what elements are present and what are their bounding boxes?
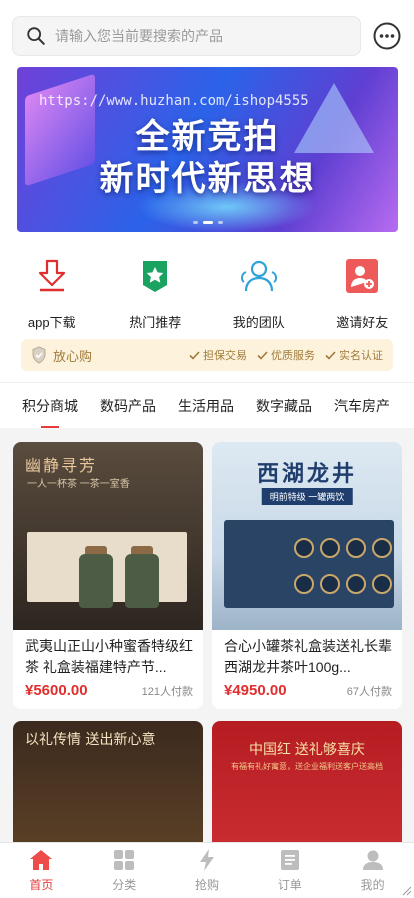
quick-link-label: 邀请好友 — [336, 315, 389, 330]
guarantee-tag-label: 实名认证 — [339, 350, 383, 362]
user-icon — [362, 850, 383, 870]
quick-link-hot-recommend[interactable]: 热门推荐 — [110, 254, 200, 331]
tabbar-label: 订单 — [277, 878, 302, 892]
category-tabs: 积分商城 数码产品 生活用品 数字藏品 汽车房产 — [0, 382, 414, 428]
tab-daily-goods[interactable]: 生活用品 — [178, 396, 234, 416]
product-price: ¥5600.00 — [25, 682, 88, 699]
guarantee-title: 放心购 — [53, 348, 93, 364]
product-card[interactable]: 西湖龙井 明前特级 一罐两饮 合心小罐茶礼盒装送礼长辈西湖龙井茶叶100g...… — [212, 442, 402, 709]
product-image-title: 幽静寻芳 — [25, 456, 98, 475]
team-icon — [240, 260, 277, 292]
product-card[interactable]: 幽静寻芳 一人一杯茶 一茶一室香 武夷山正山小种蜜香特级红茶 礼盒装福建特产节.… — [13, 442, 203, 709]
invite-icon — [346, 259, 379, 293]
product-image-title: 西湖龙井 — [256, 461, 357, 487]
check-icon — [257, 350, 268, 360]
tab-cars-property[interactable]: 汽车房产 — [334, 396, 390, 416]
check-icon — [325, 350, 336, 360]
guarantee-tag-label: 担保交易 — [203, 350, 247, 362]
guarantee-tag: 优质服务 — [257, 347, 315, 363]
product-image-subtitle: 明前特级 一罐两饮 — [261, 488, 353, 505]
search-input[interactable] — [55, 28, 345, 44]
banner-title-line2: 新时代新思想 — [99, 159, 316, 199]
category-icon — [114, 850, 135, 870]
guarantee-tag: 担保交易 — [189, 347, 247, 363]
quick-link-my-team[interactable]: 我的团队 — [214, 254, 304, 331]
banner-pagination — [192, 221, 223, 224]
tabbar-category[interactable]: 分类 — [83, 843, 166, 898]
product-image-subtitle: 一人一杯茶 一茶一室香 — [27, 479, 130, 490]
banner-dot[interactable] — [192, 221, 198, 224]
tabbar-label: 我的 — [360, 878, 385, 892]
product-buyers: 67人付款 — [346, 686, 392, 698]
tabbar-home[interactable]: 首页 — [0, 843, 83, 898]
banner-dot-active[interactable] — [202, 221, 213, 224]
tab-digital-products[interactable]: 数码产品 — [100, 396, 156, 416]
product-name: 武夷山正山小种蜜香特级红茶 礼盒装福建特产节... — [25, 638, 193, 675]
tabbar-label: 抢购 — [194, 878, 219, 892]
tabbar-orders[interactable]: 订单 — [248, 843, 331, 898]
search-bar[interactable] — [12, 16, 361, 56]
tabbar-label: 分类 — [112, 878, 137, 892]
product-image-title: 中国红 送礼够喜庆 — [249, 741, 365, 757]
home-icon — [30, 850, 53, 870]
quick-link-label: 热门推荐 — [129, 315, 182, 330]
header-area: https://www.huzhan.com/ishop4555 全新竞拍 新时… — [0, 0, 414, 232]
guarantee-tags: 担保交易 优质服务 实名认证 — [189, 347, 383, 363]
guarantee-tag: 实名认证 — [325, 347, 383, 363]
bottom-tabbar: 首页 分类 抢购 订单 我的 — [0, 842, 414, 898]
product-image-title: 以礼传情 送出新心意 — [25, 732, 156, 748]
tabbar-label: 首页 — [29, 878, 54, 892]
promo-banner[interactable]: https://www.huzhan.com/ishop4555 全新竞拍 新时… — [17, 67, 398, 232]
search-icon — [27, 27, 45, 45]
guarantee-bar[interactable]: 放心购 担保交易 优质服务 实名认证 — [21, 339, 393, 371]
banner-watermark: https://www.huzhan.com/ishop4555 — [39, 93, 309, 109]
quick-links-panel: app下载 热门推荐 我的团队 邀请好友 放心购 担保交易 优质服务 实名认证 — [0, 232, 414, 382]
order-icon — [280, 850, 299, 870]
quick-link-label: app下载 — [27, 315, 76, 330]
product-image-subtitle: 有福有礼好寓意，送企业福利送客户送高档 — [231, 762, 383, 771]
resize-grip-icon[interactable] — [400, 884, 412, 896]
tabbar-flash-sale[interactable]: 抢购 — [166, 843, 249, 898]
product-name: 合心小罐茶礼盒装送礼长辈西湖龙井茶叶100g... — [224, 638, 392, 675]
download-icon — [38, 259, 65, 292]
quick-link-label: 我的团队 — [232, 315, 285, 330]
product-price: ¥4950.00 — [224, 682, 287, 699]
tab-points-mall[interactable]: 积分商城 — [22, 396, 78, 416]
tab-digital-collectibles[interactable]: 数字藏品 — [256, 396, 312, 416]
product-buyers: 121人付款 — [141, 686, 193, 698]
quick-link-app-download[interactable]: app下载 — [7, 254, 97, 331]
check-icon — [189, 350, 200, 360]
message-icon[interactable] — [373, 22, 401, 50]
shield-icon — [32, 346, 46, 364]
flash-icon — [199, 849, 214, 871]
banner-dot[interactable] — [217, 221, 223, 224]
product-image: 幽静寻芳 一人一杯茶 一茶一室香 — [13, 442, 203, 630]
quick-link-invite-friends[interactable]: 邀请好友 — [317, 254, 407, 331]
product-image: 西湖龙井 明前特级 一罐两饮 — [212, 442, 402, 630]
star-badge-icon — [143, 261, 168, 292]
guarantee-tag-label: 优质服务 — [271, 350, 315, 362]
